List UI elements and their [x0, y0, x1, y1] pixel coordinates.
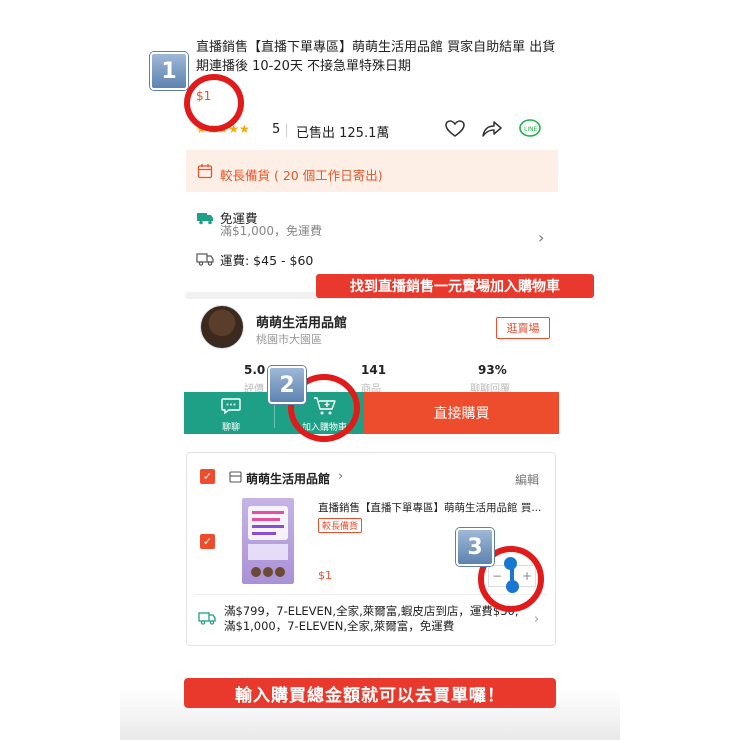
free-shipping-icon: [196, 210, 214, 226]
heart-icon[interactable]: [444, 118, 466, 140]
shipping-truck-icon: [198, 610, 216, 626]
cart-shop-name[interactable]: 萌萌生活用品館: [246, 470, 330, 487]
cart-item-price: $1: [318, 569, 332, 582]
shop-name[interactable]: 萌萌生活用品館: [256, 312, 347, 331]
screenshot-page: 直播銷售【直播下單專區】萌萌生活用品館 買家自助結單 出貨期連播後 10-20天…: [0, 0, 740, 740]
instruction-banner-top: 找到直播銷售一元賣場加入購物車: [316, 274, 594, 298]
chevron-right-icon[interactable]: ›: [538, 228, 544, 247]
visit-shop-button[interactable]: 逛賣場: [496, 317, 550, 339]
highlight-ring-price: [184, 74, 244, 132]
cart-item-title[interactable]: 直播銷售【直播下單專區】萌萌生活用品館 買...: [318, 500, 542, 515]
shop-checkbox[interactable]: ✓: [200, 469, 215, 484]
truck-icon: [196, 251, 214, 267]
chat-button-label[interactable]: 聊聊: [222, 420, 240, 433]
product-thumbnail[interactable]: [242, 498, 294, 584]
stat-products-value: 141: [361, 363, 387, 377]
shop-location: 桃園市大園區: [256, 333, 322, 346]
chevron-right-icon[interactable]: ›: [338, 469, 343, 484]
line-share-icon[interactable]: LINE: [518, 118, 542, 140]
cart-shipping-note: 滿$799，7-ELEVEN,全家,萊爾富,蝦皮店到店，運費$30; 滿$1,0…: [224, 604, 519, 633]
rating-value: 5: [272, 122, 281, 137]
chevron-right-icon[interactable]: ›: [534, 612, 539, 627]
chat-icon[interactable]: [218, 396, 244, 416]
sold-count: 已售出 125.1萬: [296, 126, 390, 141]
calendar-icon: [196, 162, 214, 180]
svg-text:LINE: LINE: [524, 126, 538, 133]
share-icon[interactable]: [481, 118, 503, 140]
shop-avatar[interactable]: [200, 305, 244, 349]
divider: [286, 124, 287, 137]
cart-item-tag: 較長備貨: [318, 518, 363, 533]
free-shipping-condition: 滿$1,000，免運費: [220, 224, 322, 238]
buy-now-button[interactable]: 直接購買: [364, 392, 559, 434]
instruction-banner-bottom: 輸入購買總金額就可以去買單囉！: [184, 678, 556, 708]
step-badge-3: 3: [456, 528, 494, 566]
item-checkbox[interactable]: ✓: [200, 534, 215, 549]
stat-reply-value: 93%: [478, 363, 507, 377]
shipping-fee: 運費: $45 - $60: [220, 253, 314, 268]
product-title: 直播銷售【直播下單專區】萌萌生活用品館 買家自助結單 出貨期連播後 10-20天…: [196, 40, 556, 74]
stock-notice-text: 較長備貨 ( 20 個工作日寄出): [220, 168, 383, 183]
step-badge-1: 1: [150, 52, 188, 90]
store-icon: [228, 470, 242, 484]
stat-rating-value: 5.0: [244, 363, 266, 377]
step-badge-2: 2: [268, 366, 306, 404]
cart-edit-button[interactable]: 編輯: [515, 471, 539, 488]
